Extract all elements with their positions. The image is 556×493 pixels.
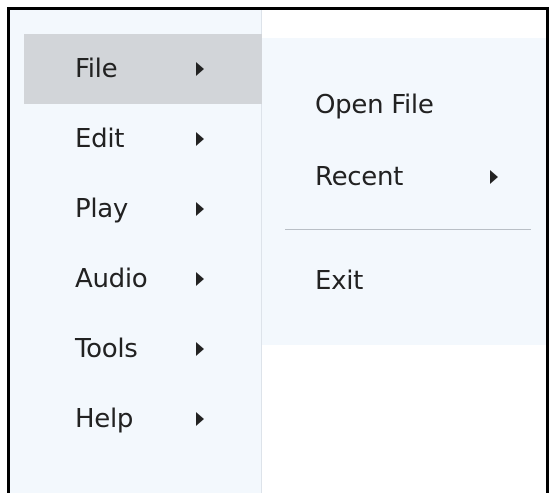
main-menu: File Edit Play Audio Tools Help [10,10,262,493]
menu-item-label: File [75,54,118,84]
menu-item-audio[interactable]: Audio [24,244,262,314]
menu-item-label: Help [75,404,134,434]
menu-item-label: Audio [75,264,148,294]
menu-item-help[interactable]: Help [24,384,262,454]
caret-right-icon [490,170,498,184]
menu-item-edit[interactable]: Edit [24,104,262,174]
menu-item-label: Edit [75,124,125,154]
submenu-item-label: Open File [315,90,434,120]
caret-right-icon [196,202,204,216]
caret-right-icon [196,412,204,426]
menu-item-tools[interactable]: Tools [24,314,262,384]
submenu-item-label: Exit [315,266,364,296]
submenu-item-recent[interactable]: Recent [262,144,546,210]
menu-item-label: Play [75,194,129,224]
submenu-item-exit[interactable]: Exit [262,248,546,314]
menu-item-label: Tools [75,334,138,364]
submenu-item-open-file[interactable]: Open File [262,72,546,138]
file-submenu: Open File Recent Exit [262,38,546,345]
caret-right-icon [196,272,204,286]
menu-separator [285,229,531,230]
menu-window: File Edit Play Audio Tools Help Open Fil… [7,7,549,493]
menu-item-play[interactable]: Play [24,174,262,244]
caret-right-icon [196,132,204,146]
submenu-item-label: Recent [315,162,404,192]
caret-right-icon [196,342,204,356]
caret-right-icon [196,62,204,76]
menu-item-file[interactable]: File [24,34,262,104]
